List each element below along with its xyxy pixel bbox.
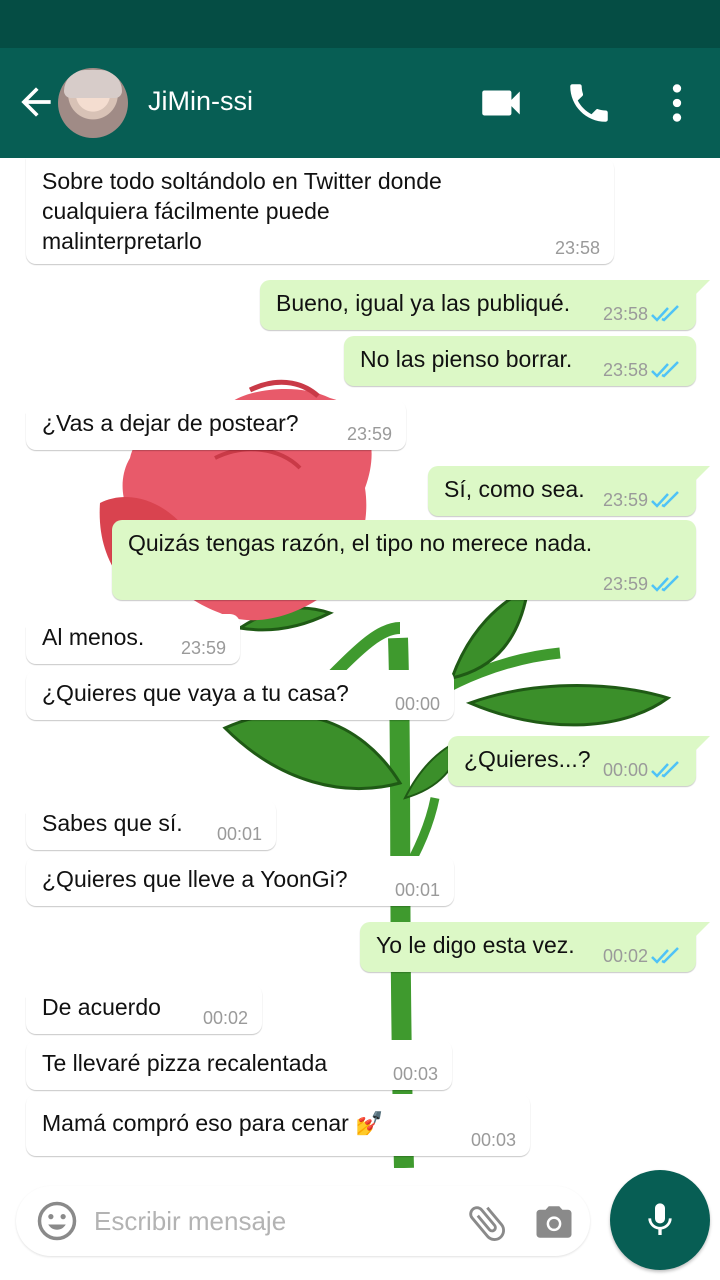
message-text: Bueno, igual ya las publiqué. <box>276 290 571 316</box>
message-incoming[interactable]: Te llevaré pizza recalentada 00:03 <box>26 1040 452 1090</box>
message-time: 23:59 <box>346 424 392 444</box>
message-text: No las pienso borrar. <box>360 346 573 372</box>
chat-area[interactable]: Sobre todo soltándolo en Twitter donde c… <box>0 158 720 1168</box>
message-time: 00:01 <box>394 880 440 900</box>
back-arrow-icon[interactable] <box>14 80 58 124</box>
message-text: Quizás tengas razón, el tipo no merece n… <box>128 530 593 556</box>
message-text: Sí, como sea. <box>444 476 585 502</box>
message-time: 23:58 <box>602 360 648 380</box>
message-time: 00:00 <box>394 694 440 714</box>
message-text: Sobre todo soltándolo en Twitter donde c… <box>42 168 442 254</box>
message-incoming[interactable]: Al menos. 23:59 <box>12 614 240 664</box>
message-time: 23:59 <box>602 490 648 510</box>
camera-icon[interactable] <box>532 1201 576 1243</box>
message-text: Mamá compró eso para cenar 💅 <box>42 1110 384 1136</box>
message-text: ¿Vas a dejar de postear? <box>42 410 299 436</box>
message-incoming[interactable]: Mamá compró eso para cenar 💅 00:03 <box>26 1094 530 1156</box>
message-incoming[interactable]: Sobre todo soltándolo en Twitter donde c… <box>26 158 614 264</box>
mic-icon <box>648 1203 672 1235</box>
phone-icon[interactable] <box>564 78 614 128</box>
message-text: ¿Quieres...? <box>464 746 591 772</box>
message-text: ¿Quieres que vaya a tu casa? <box>42 680 349 706</box>
message-outgoing[interactable]: Sí, como sea. 23:59 <box>428 466 710 516</box>
message-outgoing[interactable]: No las pienso borrar. 23:58 <box>344 336 696 386</box>
message-composer <box>16 1186 590 1256</box>
message-time: 00:03 <box>392 1064 438 1084</box>
message-time: 00:03 <box>470 1130 516 1150</box>
message-incoming[interactable]: ¿Quieres que lleve a YoonGi? 00:01 <box>26 856 454 906</box>
message-outgoing[interactable]: Quizás tengas razón, el tipo no merece n… <box>112 520 696 600</box>
message-time: 23:59 <box>602 574 648 594</box>
message-time: 23:58 <box>602 304 648 324</box>
chat-header: JiMin-ssi <box>0 48 720 158</box>
video-call-icon[interactable] <box>476 78 526 128</box>
message-outgoing[interactable]: Yo le digo esta vez. 00:02 <box>360 922 710 972</box>
message-time: 00:00 <box>602 760 648 780</box>
message-text: Te llevaré pizza recalentada <box>42 1050 328 1076</box>
message-text: ¿Quieres que lleve a YoonGi? <box>42 866 348 892</box>
message-time: 23:59 <box>180 638 226 658</box>
message-text: De acuerdo <box>42 994 161 1020</box>
message-time: 00:01 <box>216 824 262 844</box>
read-ticks-icon <box>651 575 679 592</box>
emoji-icon[interactable] <box>36 1200 78 1242</box>
message-incoming[interactable]: ¿Vas a dejar de postear? 23:59 <box>12 400 406 450</box>
read-ticks-icon <box>651 947 679 964</box>
message-incoming[interactable]: Sabes que sí. 00:01 <box>12 800 276 850</box>
message-incoming[interactable]: De acuerdo 00:02 <box>12 984 262 1034</box>
more-vert-icon[interactable] <box>652 78 702 128</box>
message-input[interactable] <box>92 1200 456 1242</box>
message-outgoing[interactable]: ¿Quieres...? 00:00 <box>448 736 710 786</box>
contact-name[interactable]: JiMin-ssi <box>148 86 253 117</box>
read-ticks-icon <box>651 361 679 378</box>
message-text: Yo le digo esta vez. <box>376 932 575 958</box>
message-text: Al menos. <box>42 624 145 650</box>
message-incoming[interactable]: ¿Quieres que vaya a tu casa? 00:00 <box>26 670 454 720</box>
read-ticks-icon <box>651 761 679 778</box>
message-time: 23:58 <box>554 238 600 258</box>
contact-avatar[interactable] <box>58 68 128 138</box>
message-time: 00:02 <box>602 946 648 966</box>
message-time: 00:02 <box>202 1008 248 1028</box>
read-ticks-icon <box>651 305 679 322</box>
message-outgoing[interactable]: Bueno, igual ya las publiqué. 23:58 <box>260 280 710 330</box>
status-bar <box>0 0 720 48</box>
attach-icon[interactable] <box>464 1200 510 1246</box>
message-text: Sabes que sí. <box>42 810 183 836</box>
read-ticks-icon <box>651 491 679 508</box>
mic-button[interactable] <box>610 1170 710 1270</box>
